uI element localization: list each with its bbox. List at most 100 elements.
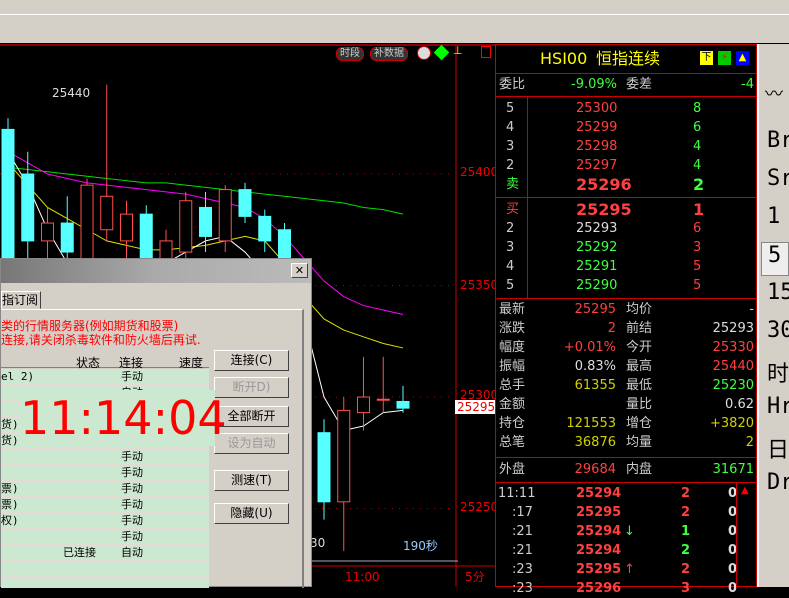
ask-row[interactable]: 4 25299 6: [496, 118, 756, 137]
pin-icon[interactable]: ⊥: [453, 44, 463, 57]
stat-value: 0.83%: [574, 359, 616, 374]
tick-row: 11:11 25294 2 0: [496, 484, 756, 503]
period-label[interactable]: 5分: [465, 568, 485, 585]
ask-volume: 2: [693, 175, 705, 194]
bid-row[interactable]: 5 25290 5: [496, 276, 756, 295]
table-row[interactable]: 手动: [1, 529, 209, 545]
table-row[interactable]: 已连接 自动: [1, 545, 209, 561]
tick-volume: 2: [681, 486, 691, 501]
period-button-0[interactable]: Br: [767, 128, 789, 153]
bid-row[interactable]: 3 25292 3: [496, 238, 756, 257]
tick-time: :23: [512, 562, 533, 577]
period-button-1[interactable]: Sr: [767, 166, 789, 191]
tick-scrollbar[interactable]: ▲: [736, 483, 756, 588]
close-button[interactable]: ✕: [291, 263, 308, 278]
table-row[interactable]: 票) 手动: [1, 497, 209, 513]
tab-subscription[interactable]: 指订阅: [1, 291, 41, 309]
ask-row[interactable]: 3 25298 4: [496, 137, 756, 156]
stat-label: 总笔: [499, 435, 526, 450]
period-button-9[interactable]: Dr: [767, 470, 789, 495]
candle-body: [218, 189, 232, 242]
tick-volume: 2: [681, 543, 691, 558]
period-button-4[interactable]: 15: [767, 280, 789, 305]
up-icon[interactable]: ▲: [736, 51, 749, 65]
fill-data-button[interactable]: 补数据: [370, 47, 408, 61]
ask-row[interactable]: 卖 25296 2: [496, 175, 756, 194]
countdown-label: 190秒: [403, 539, 438, 553]
stat-value: 36876: [574, 435, 616, 450]
tick-row: :21 25294 ↓ 1 0: [496, 522, 756, 541]
table-row[interactable]: 手动: [1, 465, 209, 481]
server-name: 票): [1, 498, 19, 511]
stat-row: 涨跌 2 前结 25293: [496, 319, 756, 338]
table-row[interactable]: el 2) 手动: [1, 369, 209, 385]
stat-label: 最新: [499, 302, 526, 317]
hide-button[interactable]: 隐藏(U): [214, 503, 289, 524]
server-connection: 手动: [121, 370, 143, 383]
symbol-name: 恒指连续: [596, 49, 661, 68]
period-button-5[interactable]: 30: [767, 318, 789, 343]
bid-row[interactable]: 2 25293 6: [496, 219, 756, 238]
candle-body: [80, 184, 94, 264]
candle-body: [41, 222, 54, 242]
bid-volume: 5: [693, 259, 702, 274]
period-button[interactable]: 时段: [336, 47, 364, 61]
stat-row: 总手 61355 最低 25230: [496, 376, 756, 395]
ask-volume: 4: [693, 158, 702, 173]
scroll-up-icon[interactable]: ▲: [741, 485, 749, 496]
bid-row[interactable]: 买 25295 1: [496, 200, 756, 219]
candle-body: [357, 396, 370, 414]
table-row[interactable]: 权) 手动: [1, 513, 209, 529]
flash-icon[interactable]: ⚡: [718, 51, 731, 65]
table-row[interactable]: [1, 561, 209, 577]
period-button-7[interactable]: Hr: [767, 394, 789, 419]
stat-row: 持仓 121553 增仓 +3820: [496, 414, 756, 433]
tick-price: 25294: [576, 486, 622, 501]
bid-row[interactable]: 4 25291 5: [496, 257, 756, 276]
weicha-label: 委差: [626, 77, 653, 92]
ask-row[interactable]: 2 25297 4: [496, 156, 756, 175]
bid-volume: 5: [693, 278, 702, 293]
stat-value: +3820: [710, 416, 754, 431]
current-price-tag: 25295: [455, 400, 498, 414]
period-button-2[interactable]: 1: [767, 204, 780, 229]
server-name: el 2): [1, 370, 35, 383]
bid-level: 4: [506, 259, 515, 274]
table-row[interactable]: 票) 手动: [1, 481, 209, 497]
ask-level: 3: [506, 139, 515, 154]
ask-volume: 6: [693, 120, 702, 135]
panel-toggle-icon[interactable]: [481, 46, 491, 58]
candle-body: [317, 432, 331, 503]
speed-test-button[interactable]: 测速(T): [214, 470, 289, 491]
server-connection: 手动: [121, 514, 143, 527]
period-button-3[interactable]: 5: [761, 242, 789, 276]
down-icon[interactable]: 下: [700, 51, 713, 65]
stat-value: 25293: [712, 321, 754, 336]
period-button-6[interactable]: 时: [767, 356, 789, 388]
dialog-title-bar[interactable]: [1, 259, 311, 283]
server-status: 已连接: [63, 546, 96, 559]
price-axis-label: 25350: [460, 278, 499, 292]
stat-label: 今开: [626, 340, 653, 355]
stat-label: 涨跌: [499, 321, 526, 336]
tick-row: :17 25295 2 0: [496, 503, 756, 522]
server-connection: 手动: [121, 482, 143, 495]
table-row[interactable]: 手动: [1, 449, 209, 465]
clock-overlay: 11:14:04: [20, 390, 227, 446]
line-chart-icon[interactable]: 〰: [765, 80, 783, 106]
stat-label: 均价: [626, 302, 653, 317]
stat-label: 最高: [626, 359, 653, 374]
clock-icon[interactable]: [417, 46, 431, 60]
tick-volume: 2: [681, 562, 691, 577]
bid-level: 2: [506, 221, 515, 236]
period-button-8[interactable]: 日: [767, 432, 789, 464]
server-name: 货): [1, 434, 19, 447]
bid-level: 买: [506, 202, 520, 217]
candle-body: [376, 398, 390, 401]
ask-row[interactable]: 5 25300 8: [496, 99, 756, 118]
connect-button[interactable]: 连接(C): [214, 350, 289, 371]
stat-row: 总笔 36876 均量 2: [496, 433, 756, 452]
stat-value: 2: [745, 435, 754, 450]
tick-arrow-icon: ↑: [624, 562, 635, 577]
tick-price: 25294: [576, 543, 622, 558]
